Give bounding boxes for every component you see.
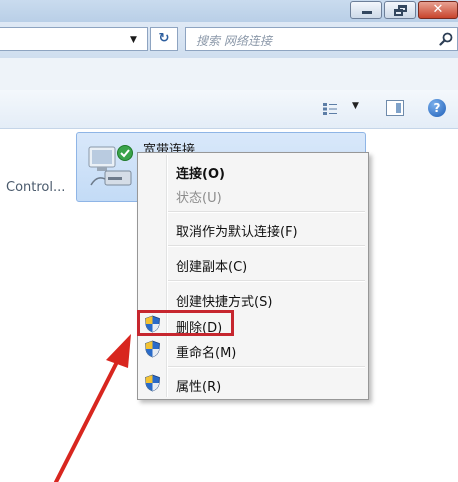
delete-highlight-box bbox=[137, 310, 234, 336]
menu-separator bbox=[168, 280, 365, 282]
address-input[interactable]: ▼ bbox=[0, 27, 148, 51]
menu-item-connect[interactable]: 连接(O) bbox=[176, 163, 225, 182]
help-icon[interactable]: ? bbox=[428, 99, 446, 117]
search-placeholder: 搜索 网络连接 bbox=[196, 34, 272, 48]
menu-band bbox=[0, 58, 458, 90]
menu-item-cancel-default[interactable]: 取消作为默认连接(F) bbox=[176, 221, 298, 240]
address-bar-row: ▼ ↻ 搜索 网络连接 bbox=[0, 22, 458, 58]
chevron-down-icon[interactable]: ▼ bbox=[130, 35, 137, 45]
broadband-connection-icon bbox=[88, 145, 133, 186]
close-icon: ✕ bbox=[432, 2, 444, 17]
refresh-icon: ↻ bbox=[158, 31, 170, 46]
minimize-button[interactable] bbox=[350, 1, 382, 19]
refresh-button[interactable]: ↻ bbox=[150, 27, 178, 51]
command-toolbar: ▼ ? bbox=[0, 90, 458, 129]
search-input[interactable]: 搜索 网络连接 bbox=[185, 27, 458, 51]
shield-icon bbox=[145, 340, 160, 358]
views-icon[interactable] bbox=[322, 102, 338, 116]
menu-separator bbox=[168, 366, 365, 368]
search-icon[interactable] bbox=[439, 32, 453, 46]
restore-button[interactable] bbox=[384, 1, 416, 19]
menu-item-create-shortcut[interactable]: 创建快捷方式(S) bbox=[176, 291, 272, 310]
menu-item-status[interactable]: 状态(U) bbox=[176, 187, 222, 206]
views-dropdown-icon[interactable]: ▼ bbox=[352, 101, 359, 111]
menu-item-create-copy[interactable]: 创建副本(C) bbox=[176, 256, 247, 275]
close-button[interactable]: ✕ bbox=[418, 1, 458, 19]
title-bar: ✕ bbox=[0, 0, 458, 22]
context-menu: 连接(O) 状态(U) 取消作为默认连接(F) 创建副本(C) 创建快捷方式(S… bbox=[137, 152, 369, 400]
menu-gutter bbox=[166, 155, 168, 397]
menu-item-properties[interactable]: 属性(R) bbox=[176, 376, 221, 395]
menu-separator bbox=[168, 245, 365, 247]
control-panel-link[interactable]: Control... bbox=[6, 180, 65, 195]
menu-separator bbox=[168, 211, 365, 213]
menu-item-rename[interactable]: 重命名(M) bbox=[176, 342, 236, 361]
preview-pane-icon[interactable] bbox=[386, 100, 404, 116]
minimize-icon bbox=[362, 11, 372, 14]
shield-icon bbox=[145, 374, 160, 392]
